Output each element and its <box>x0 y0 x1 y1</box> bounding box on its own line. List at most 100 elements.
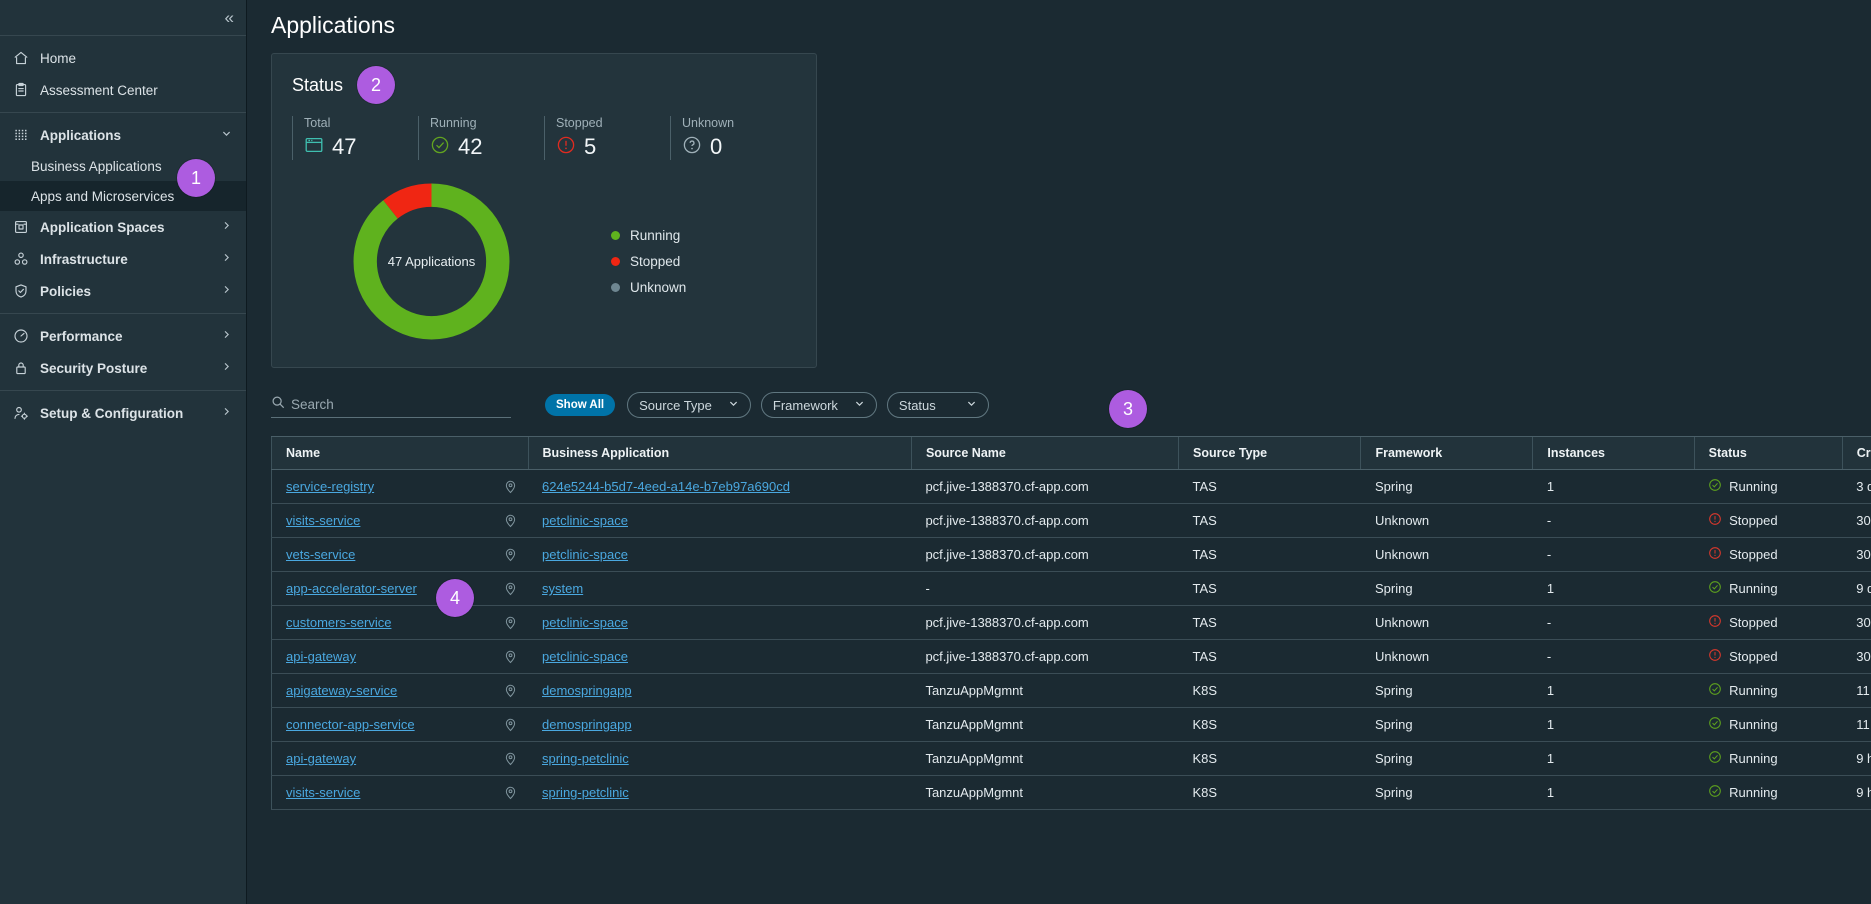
legend-label: Stopped <box>630 254 681 269</box>
sidebar-item-applications[interactable]: Applications <box>0 119 246 151</box>
search-input[interactable] <box>291 397 511 412</box>
chevron-right-icon[interactable] <box>221 252 232 266</box>
sidebar-item-setup-configuration[interactable]: Setup & Configuration <box>0 397 246 429</box>
sidebar-item-assessment-center[interactable]: Assessment Center <box>0 74 246 106</box>
cell-source-type: K8S <box>1178 707 1361 742</box>
status-stopped-icon <box>1708 512 1722 529</box>
cell-status: Running <box>1694 673 1843 708</box>
sidebar-item-performance[interactable]: Performance <box>0 320 246 352</box>
status-badge: Stopped <box>1729 649 1778 664</box>
column-header-instances[interactable]: Instances <box>1532 436 1695 470</box>
location-pin-icon[interactable] <box>502 751 518 766</box>
column-header-created[interactable]: Created <box>1841 436 1871 470</box>
app-name-link[interactable]: api-gateway <box>286 751 356 766</box>
chevron-right-icon[interactable] <box>221 406 232 420</box>
location-pin-icon[interactable] <box>502 479 518 494</box>
column-header-source-type[interactable]: Source Type <box>1178 436 1361 470</box>
cell-source-type: K8S <box>1178 741 1361 776</box>
business-application-link[interactable]: spring-petclinic <box>542 785 629 800</box>
app-name-link[interactable]: api-gateway <box>286 649 356 664</box>
cell-instances: 1 <box>1532 741 1695 776</box>
column-header-name[interactable]: Name <box>271 436 528 470</box>
business-application-link[interactable]: petclinic-space <box>542 513 628 528</box>
table-row: visits-service petclinic-space pcf.jive-13… <box>271 503 1871 538</box>
table-row: api-gateway petclinic-space pcf.jive-13883… <box>271 639 1871 674</box>
sidebar-nav: Home Assessment Center Applications Busines… <box>0 36 246 435</box>
cell-status: Stopped <box>1694 503 1843 538</box>
cell-status: Running <box>1694 571 1843 606</box>
chevron-right-icon[interactable] <box>221 361 232 375</box>
chevron-right-icon[interactable] <box>221 284 232 298</box>
table-header-row: Name Business Application Source Name Sourc… <box>271 436 1871 470</box>
app-name-link[interactable]: vets-service <box>286 547 355 562</box>
business-application-link[interactable]: petclinic-space <box>542 649 628 664</box>
cell-status: Stopped <box>1694 639 1843 674</box>
cell-name: app-accelerator-server <box>271 571 528 606</box>
location-pin-icon[interactable] <box>502 547 518 562</box>
filter-status[interactable]: Status <box>886 392 989 418</box>
column-header-business-application[interactable]: Business Application <box>527 436 912 470</box>
filter-framework[interactable]: Framework <box>760 392 877 418</box>
location-pin-icon[interactable] <box>502 615 518 630</box>
status-donut-chart: 47 Applications <box>344 174 519 349</box>
sidebar-item-label: Policies <box>40 283 92 299</box>
table-row: app-accelerator-server system - TAS Spring 1 R… <box>271 571 1871 606</box>
column-header-status[interactable]: Status <box>1693 436 1843 470</box>
cell-status: Running <box>1694 741 1843 776</box>
location-pin-icon[interactable] <box>502 683 518 698</box>
business-application-link[interactable]: spring-petclinic <box>542 751 629 766</box>
table-row: service-registry 624e5244-b5d7-4eed-a14e-… <box>271 469 1871 504</box>
legend-color-dot <box>611 283 620 292</box>
show-all-button[interactable]: Show All <box>545 394 616 416</box>
chevron-right-icon[interactable] <box>221 220 232 234</box>
app-name-link[interactable]: service-registry <box>286 479 374 494</box>
filter-source-type[interactable]: Source Type <box>627 392 751 418</box>
column-header-source-name[interactable]: Source Name <box>910 436 1179 470</box>
cell-framework: Spring <box>1360 741 1533 776</box>
location-pin-icon[interactable] <box>502 581 518 596</box>
cell-source-type: TAS <box>1178 605 1361 640</box>
sidebar-item-home[interactable]: Home <box>0 42 246 74</box>
chevron-right-icon[interactable] <box>221 329 232 343</box>
cell-name: connector-app-service <box>271 707 528 742</box>
business-application-link[interactable]: petclinic-space <box>542 615 628 630</box>
legend-item-unknown[interactable]: Unknown <box>611 280 686 295</box>
cell-status: Running <box>1694 469 1843 504</box>
app-name-link[interactable]: visits-service <box>286 785 360 800</box>
metric-unknown: Unknown 0 <box>670 116 796 160</box>
location-pin-icon[interactable] <box>502 649 518 664</box>
sidebar-item-security-posture[interactable]: Security Posture <box>0 352 246 384</box>
location-pin-icon[interactable] <box>502 513 518 528</box>
cell-created: 9 days ago <box>1842 571 1871 606</box>
cell-framework: Spring <box>1360 775 1533 810</box>
legend-item-running[interactable]: Running <box>611 228 686 243</box>
business-application-link[interactable]: demospringapp <box>542 683 632 698</box>
location-pin-icon[interactable] <box>502 717 518 732</box>
sidebar-item-infrastructure[interactable]: Infrastructure <box>0 243 246 275</box>
sidebar-item-policies[interactable]: Policies <box>0 275 246 307</box>
app-name-link[interactable]: app-accelerator-server <box>286 581 417 596</box>
app-name-link[interactable]: connector-app-service <box>286 717 415 732</box>
alert-circle-icon <box>556 135 576 160</box>
chevrons-left-icon[interactable]: « <box>225 9 235 26</box>
legend-item-stopped[interactable]: Stopped <box>611 254 686 269</box>
app-name-link[interactable]: customers-service <box>286 615 391 630</box>
business-application-link[interactable]: 624e5244-b5d7-4eed-a14e-b7eb97a690cd <box>542 479 790 494</box>
sidebar-item-application-spaces[interactable]: Application Spaces <box>0 211 246 243</box>
status-badge: Running <box>1729 479 1778 494</box>
business-application-link[interactable]: demospringapp <box>542 717 632 732</box>
column-header-framework[interactable]: Framework <box>1360 436 1533 470</box>
cell-source-name: pcf.jive-1388370.cf-app.com <box>911 503 1179 538</box>
cell-framework: Spring <box>1360 571 1533 606</box>
business-application-link[interactable]: system <box>542 581 583 596</box>
location-pin-icon[interactable] <box>502 785 518 800</box>
metric-total: Total 47 <box>292 116 418 160</box>
search-box[interactable] <box>271 392 511 418</box>
chevron-down-icon[interactable] <box>221 128 232 142</box>
app-name-link[interactable]: visits-service <box>286 513 360 528</box>
sidebar-item-label: Application Spaces <box>40 219 165 235</box>
status-card-header: Status 2 <box>292 66 796 104</box>
app-name-link[interactable]: apigateway-service <box>286 683 397 698</box>
sidebar-item-label: Security Posture <box>40 360 148 376</box>
business-application-link[interactable]: petclinic-space <box>542 547 628 562</box>
